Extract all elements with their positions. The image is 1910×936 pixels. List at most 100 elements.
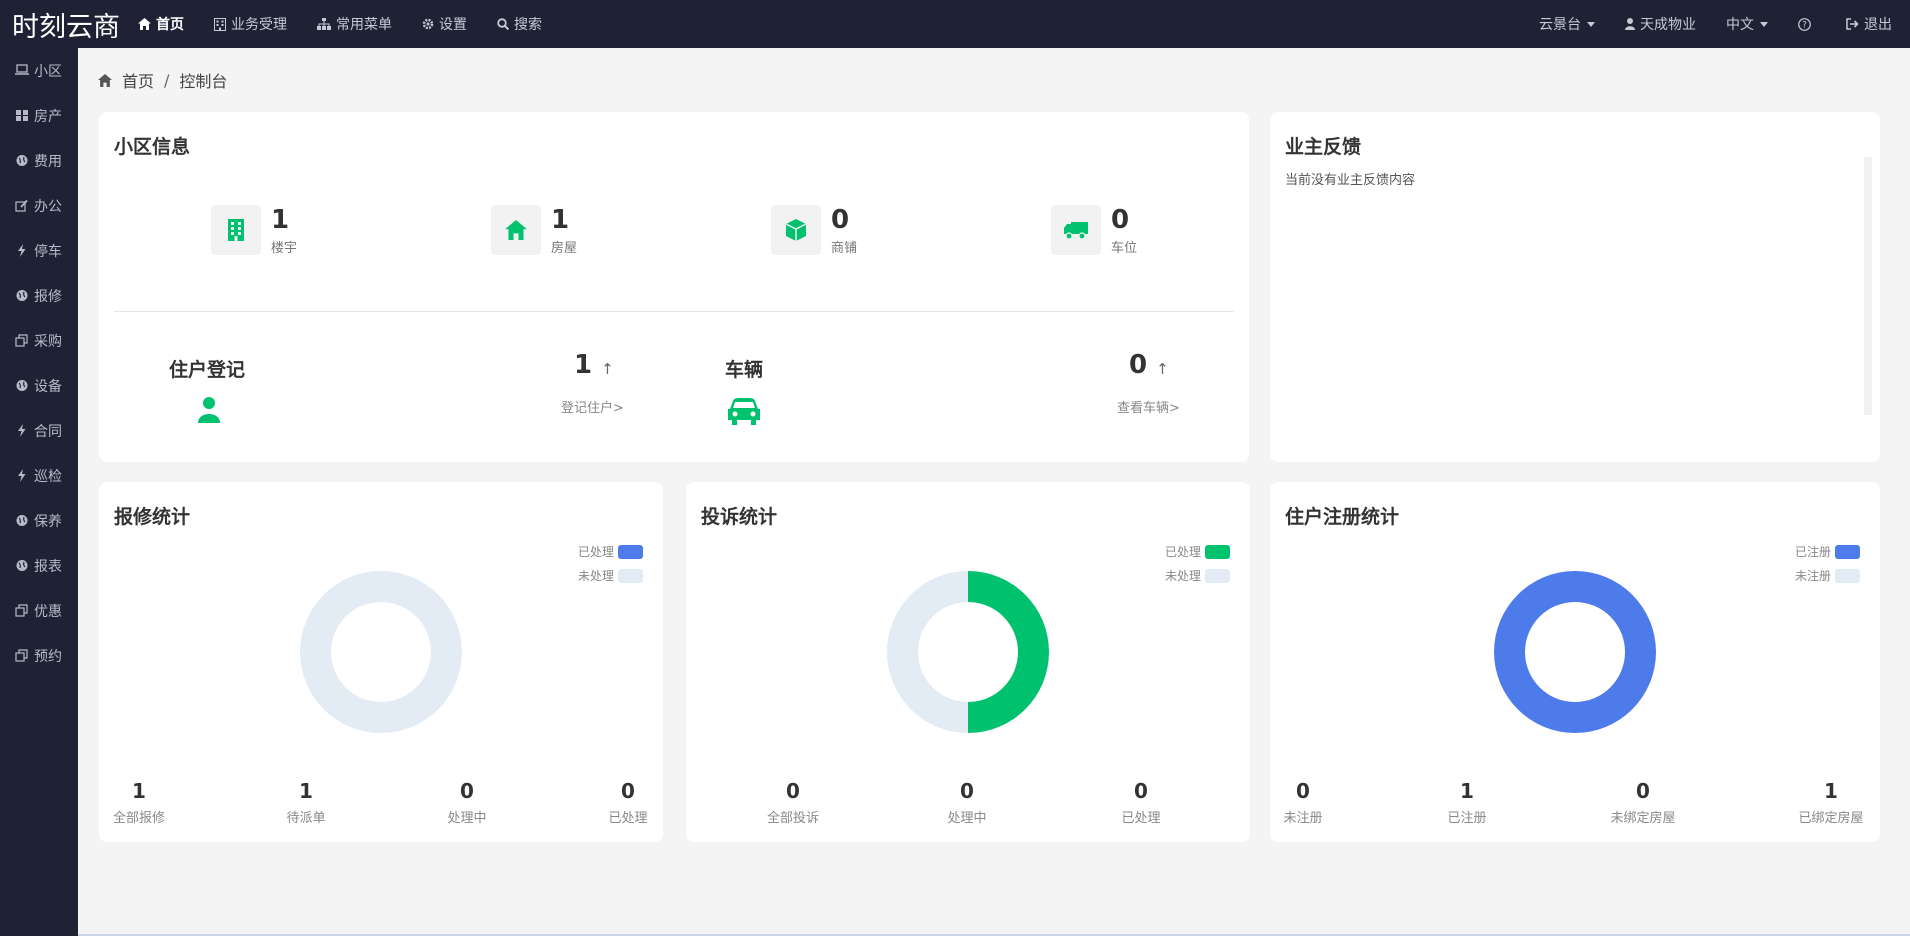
sidebar-item-label: 房产 [34, 108, 62, 125]
language-dropdown[interactable]: 中文 [1726, 14, 1768, 34]
help-icon: ? [1798, 17, 1811, 31]
resident-count-value: 1 [574, 350, 593, 380]
complaint-stats-title: 投诉统计 [701, 506, 778, 528]
grid-icon [16, 110, 28, 121]
legend-swatch [1835, 568, 1860, 583]
legend-swatch [618, 544, 643, 559]
resident-register-stats-card: 住户注册统计 已注册 未注册 0 未注册 1 已注册 0 未绑定房屋 1 已绑定房屋 [1270, 482, 1880, 842]
footer-stat-label: 未注册 [1283, 811, 1323, 826]
footer-stat-label: 已处理 [608, 811, 648, 826]
feedback-scrollbar[interactable] [1864, 157, 1872, 415]
sidebar-item-label: 报修 [34, 288, 62, 305]
footer-stat: 0 未注册 [1263, 779, 1343, 826]
sidebar-item[interactable]: 采购 [0, 318, 78, 363]
footer-stat-value: 0 [1636, 779, 1650, 803]
legend-item[interactable]: 未处理 [1165, 567, 1230, 584]
sidebar-item[interactable]: 保养 [0, 498, 78, 543]
building-icon [214, 17, 226, 31]
legend-label: 已处理 [1164, 545, 1201, 559]
top-nav: 首页 业务受理 常用菜单 设置 搜索 [138, 14, 572, 34]
view-vehicles-link[interactable]: 查看车辆> [1117, 397, 1180, 416]
stat-icon-box [1051, 205, 1101, 255]
user-icon [1625, 18, 1635, 30]
nav-settings[interactable]: 设置 [422, 14, 467, 34]
footer-stat-label: 全部投诉 [766, 811, 819, 826]
sidebar-item-label: 费用 [34, 153, 62, 170]
stat-value: 0 [1111, 205, 1130, 235]
copy-icon [15, 604, 28, 617]
sidebar-item[interactable]: 小区 [0, 48, 78, 93]
footer-stat-value: 0 [960, 779, 974, 803]
sidebar-item[interactable]: 优惠 [0, 588, 78, 633]
sidebar-item[interactable]: 巡检 [0, 453, 78, 498]
nav-business-label: 业务受理 [231, 17, 287, 33]
copy-icon [15, 649, 28, 662]
donut-slice-未处理[interactable] [300, 571, 462, 733]
app-logo[interactable]: 时刻云商 [0, 5, 124, 44]
stat-buildings[interactable]: 1 楼宇 [211, 205, 297, 256]
stat-shops[interactable]: 0 商铺 [771, 205, 857, 256]
user-name: 天成物业 [1640, 17, 1696, 33]
truck-icon [1064, 222, 1088, 240]
nav-home[interactable]: 首页 [138, 14, 184, 34]
sidebar-item[interactable]: 办公 [0, 183, 78, 228]
nav-business[interactable]: 业务受理 [214, 14, 287, 34]
donut-slice-已注册[interactable] [1494, 571, 1656, 733]
stat-label: 商铺 [831, 241, 858, 256]
building-icon [228, 219, 244, 241]
nav-search[interactable]: 搜索 [497, 14, 542, 34]
repair-stats-card: 报修统计 已处理 未处理 1 全部报修 1 待派单 0 处理中 0 已处理 [99, 482, 663, 842]
sidebar-item-label: 小区 [34, 63, 62, 80]
sidebar-item[interactable]: 费用 [0, 138, 78, 183]
legend-swatch [1205, 544, 1230, 559]
breadcrumb-home[interactable]: 首页 [122, 68, 154, 92]
sidebar-item[interactable]: 报修 [0, 273, 78, 318]
stat-value: 1 [551, 205, 570, 235]
svg-text:?: ? [1802, 20, 1807, 30]
donut-slice-未处理[interactable] [887, 571, 968, 733]
chevron-down-icon [1760, 21, 1768, 27]
footer-stat: 1 已绑定房屋 [1791, 779, 1871, 826]
sidebar-item[interactable]: 报表 [0, 543, 78, 588]
footer-stat: 1 全部报修 [99, 779, 179, 826]
complaint-stats-card: 投诉统计 已处理 未处理 0 全部投诉 0 处理中 0 已处理 [686, 482, 1250, 842]
footer-stat: 0 处理中 [427, 779, 507, 826]
user-menu[interactable]: 天成物业 [1625, 14, 1696, 34]
legend-item[interactable]: 已注册 [1795, 543, 1860, 560]
sidebar-item-label: 设备 [34, 378, 62, 395]
help-button[interactable]: ? [1798, 17, 1816, 31]
sign-out-icon [1846, 18, 1859, 30]
sidebar-item-label: 采购 [34, 333, 62, 350]
legend-item[interactable]: 已处理 [578, 543, 643, 560]
stat-value: 1 [271, 205, 290, 235]
footer-stat-label: 已处理 [1121, 811, 1161, 826]
platform-dropdown[interactable]: 云景台 [1539, 14, 1595, 34]
donut-slice-已处理[interactable] [968, 571, 1049, 733]
owner-feedback-title: 业主反馈 [1285, 136, 1362, 158]
sidebar-item[interactable]: 合同 [0, 408, 78, 453]
legend-item[interactable]: 未处理 [578, 567, 643, 584]
legend-item[interactable]: 未注册 [1795, 567, 1860, 584]
globe-icon [16, 290, 28, 301]
breadcrumb-current: 控制台 [179, 72, 228, 91]
register-resident-link[interactable]: 登记住户> [561, 397, 624, 416]
language-label: 中文 [1726, 17, 1754, 33]
resident-register-title: 住户登记 [169, 359, 246, 381]
sidebar-item-label: 巡检 [34, 468, 62, 485]
sidebar-item[interactable]: 预约 [0, 633, 78, 678]
logout-button[interactable]: 退出 [1846, 14, 1892, 34]
footer-stat: 0 未绑定房屋 [1603, 779, 1683, 826]
nav-common-menu[interactable]: 常用菜单 [317, 14, 392, 34]
footer-stat: 0 已处理 [1101, 779, 1181, 826]
sidebar-item[interactable]: 房产 [0, 93, 78, 138]
footer-stat-label: 处理中 [947, 811, 987, 826]
breadcrumb-separator: / [164, 70, 170, 90]
stat-houses[interactable]: 1 房屋 [491, 205, 577, 256]
footer-stat-value: 0 [460, 779, 474, 803]
legend-label: 未处理 [1164, 569, 1201, 583]
sidebar-item[interactable]: 设备 [0, 363, 78, 408]
platform-label: 云景台 [1539, 17, 1581, 33]
stat-parking-spaces[interactable]: 0 车位 [1051, 205, 1137, 256]
legend-item[interactable]: 已处理 [1165, 543, 1230, 560]
sidebar-item[interactable]: 停车 [0, 228, 78, 273]
